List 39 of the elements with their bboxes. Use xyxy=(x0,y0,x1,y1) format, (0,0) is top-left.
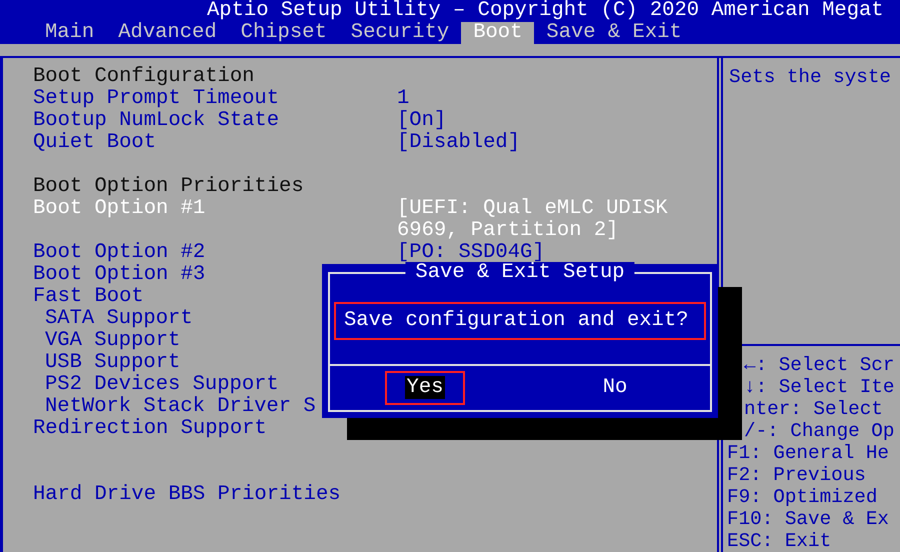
section-heading: Boot Configuration xyxy=(33,66,254,88)
window-title: Aptio Setup Utility – Copyright (C) 2020 American Megat xyxy=(206,0,885,22)
setting-label[interactable]: PS2 Devices Support xyxy=(45,374,279,396)
setting-label[interactable]: VGA Support xyxy=(45,330,180,352)
menu-tab[interactable]: Security xyxy=(338,22,462,44)
key-hint: nter: Select xyxy=(744,398,883,420)
setting-label[interactable]: NetWork Stack Driver S xyxy=(45,396,316,418)
setting-label[interactable]: Boot Option #3 xyxy=(33,264,206,286)
key-hint: /-: Change Op xyxy=(744,420,894,442)
setting-value: [Disabled] xyxy=(397,132,520,154)
menu-tab[interactable]: Advanced xyxy=(106,22,229,44)
key-hint: F2: Previous xyxy=(727,464,866,486)
dialog-button[interactable]: Yes xyxy=(384,371,466,405)
setting-label[interactable]: SATA Support xyxy=(45,308,193,330)
setting-label[interactable]: Bootup NumLock State xyxy=(33,110,280,132)
menu-tab[interactable]: Main xyxy=(33,22,106,44)
setting-value: 1 xyxy=(397,88,410,110)
setting-value: [On] xyxy=(397,110,446,132)
section-heading: Boot Option Priorities xyxy=(33,176,304,198)
setting-label[interactable]: Hard Drive BBS Priorities xyxy=(33,484,341,506)
setting-label[interactable]: Quiet Boot xyxy=(33,132,156,154)
key-hint: F9: Optimized xyxy=(727,486,878,508)
menu-tab[interactable]: Save & Exit xyxy=(534,22,694,44)
setting-value: [UEFI: Qual eMLC UDISK 6969, Partition 2] xyxy=(397,198,669,242)
key-hint: ESC: Exit xyxy=(727,530,832,552)
key-hint: ↓: Select Ite xyxy=(744,376,894,398)
key-hint: F10: Save & Ex xyxy=(727,508,889,530)
dialog-title: Save & Exit Setup xyxy=(405,262,635,284)
setting-label[interactable]: USB Support xyxy=(45,352,180,374)
setting-label[interactable]: Redirection Support xyxy=(33,418,267,440)
dialog-prompt: Save configuration and exit? xyxy=(334,302,706,340)
dialog-button[interactable]: No xyxy=(580,371,650,405)
setting-label[interactable]: Setup Prompt Timeout xyxy=(33,88,280,110)
setting-label[interactable]: Fast Boot xyxy=(33,286,144,308)
help-description: Sets the syste xyxy=(728,65,892,88)
menu-tab[interactable]: Chipset xyxy=(228,22,339,44)
key-hint: ←: Select Scr xyxy=(744,354,894,376)
setting-label[interactable]: Boot Option #2 xyxy=(33,242,206,264)
key-hint: F1: General He xyxy=(727,442,889,464)
